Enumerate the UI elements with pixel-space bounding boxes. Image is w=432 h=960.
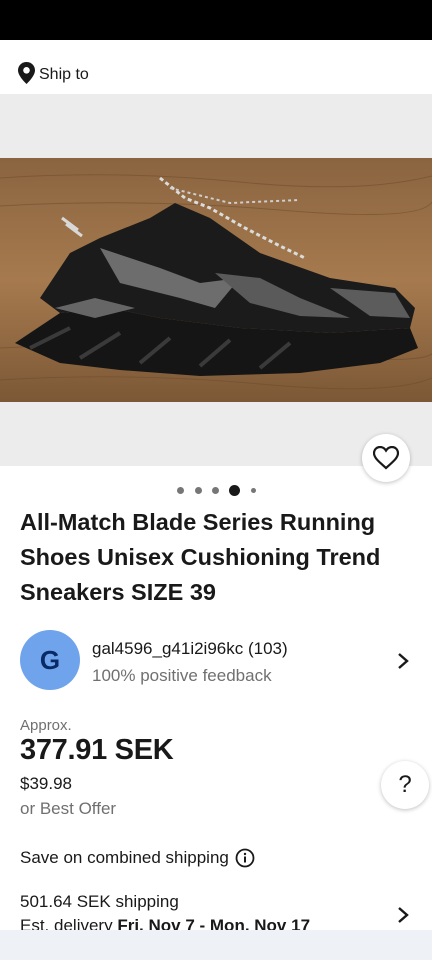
seller-name: gal4596_g41i2i96kc (103) <box>92 639 288 658</box>
ship-to-label: Ship to <box>39 66 89 83</box>
seller-avatar: G <box>20 630 80 690</box>
chevron-right-icon[interactable] <box>396 906 410 924</box>
approx-label: Approx. <box>20 717 72 734</box>
pagination-dot <box>177 487 184 494</box>
shipping-cost: 501.64 SEK shipping <box>20 892 179 911</box>
delivery-prefix: Est. delivery <box>20 916 113 930</box>
help-icon: ? <box>398 771 412 798</box>
listing-title-line: Sneakers SIZE 39 <box>20 579 216 605</box>
original-price: $39.98 <box>20 774 72 793</box>
image-gallery[interactable] <box>0 94 432 466</box>
heart-icon <box>373 446 399 470</box>
pagination-dot <box>212 487 219 494</box>
pagination-dot <box>195 487 202 494</box>
product-photo[interactable] <box>0 158 432 402</box>
help-button[interactable]: ? <box>381 761 429 809</box>
location-pin-icon <box>18 62 35 84</box>
listing-title-line: Shoes Unisex Cushioning Trend <box>20 544 381 570</box>
delivery-dates: Fri, Nov 7 - Mon, Nov 17 <box>117 916 311 930</box>
ship-to-row[interactable]: Ship to <box>0 40 432 94</box>
seller-feedback: 100% positive feedback <box>92 666 272 685</box>
pagination-dot-active <box>229 485 240 496</box>
watch-button[interactable] <box>362 434 410 482</box>
info-icon[interactable] <box>235 848 255 868</box>
bottom-bar <box>0 930 432 960</box>
status-bar <box>0 0 432 40</box>
listing-title-line: All-Match Blade Series Running <box>20 509 376 535</box>
chevron-right-icon <box>398 653 409 669</box>
best-offer-label: or Best Offer <box>20 799 117 818</box>
combined-shipping-label: Save on combined shipping <box>20 848 229 867</box>
combined-shipping-row[interactable]: Save on combined shipping <box>20 846 255 870</box>
price-amount: 377.91 SEK <box>20 734 174 766</box>
seller-row[interactable]: G gal4596_g41i2i96kc (103) 100% positive… <box>0 628 432 694</box>
pagination-dot <box>251 488 256 493</box>
delivery-estimate: Est. delivery Fri, Nov 7 - Mon, Nov 17 <box>20 916 400 930</box>
gallery-pagination <box>0 482 432 498</box>
listing-title: All-Match Blade Series Running Shoes Uni… <box>20 505 420 610</box>
